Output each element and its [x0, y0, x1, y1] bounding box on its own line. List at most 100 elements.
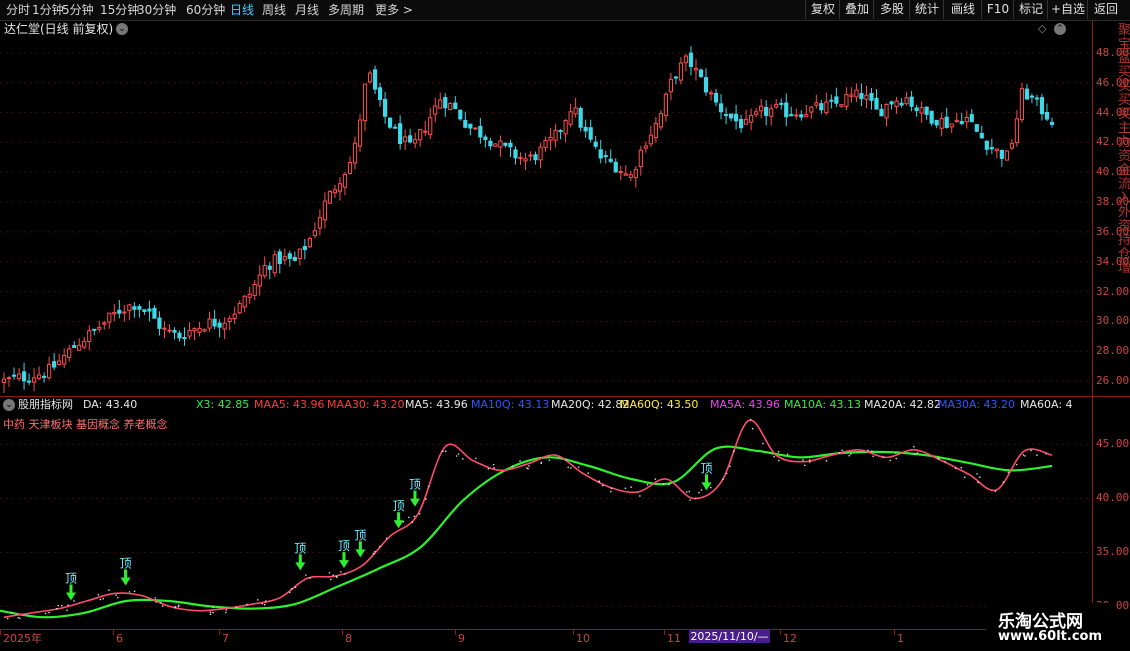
toolbar-item-4[interactable]: 30分钟: [137, 2, 176, 18]
indicator-value-10: MA20A: 42.82: [864, 398, 942, 411]
candle-body: [357, 119, 363, 147]
candle-body: [939, 118, 944, 129]
indicator-dot: [115, 594, 117, 596]
indicator-dot: [66, 609, 68, 611]
toolbar-item-2[interactable]: 5分钟: [62, 2, 94, 18]
candle-body: [367, 72, 373, 83]
signal-label: 顶: [393, 499, 405, 513]
indicator-dot: [729, 465, 731, 468]
candle-body: [548, 136, 553, 141]
candle-body: [598, 149, 603, 159]
indicator-dot: [577, 466, 580, 468]
indicator-dot: [336, 576, 338, 579]
indicator-dot: [662, 483, 665, 486]
candle-body: [468, 123, 473, 129]
candle-body: [984, 140, 989, 150]
toolbar-item-1[interactable]: 1分钟: [32, 2, 64, 18]
toolbar-right-item-3[interactable]: 统计: [909, 0, 944, 19]
indicator-dot: [246, 603, 248, 606]
stock-title-bar: 达仁堂(日线 前复权) ⌄ ◇ ⌃: [0, 20, 1092, 38]
candle-body: [107, 312, 112, 323]
toolbar-right-item-2[interactable]: 多股: [873, 0, 910, 19]
candle-body: [287, 253, 292, 259]
indicator-value-2: MAA5: 43.96: [254, 398, 325, 411]
toolbar-item-0[interactable]: 分时: [6, 2, 30, 18]
indicator-dot: [493, 467, 495, 469]
indicator-dot: [1007, 471, 1010, 474]
signal-arrow-icon: [393, 512, 404, 529]
indicator-dot: [994, 490, 997, 493]
candle-body: [884, 103, 889, 119]
indicator-value-4: MA5: 43.96: [405, 398, 468, 411]
toolbar-item-3[interactable]: 15分钟: [100, 2, 139, 18]
indicator-value-9: MA10A: 43.13: [784, 398, 862, 411]
candle-body: [608, 158, 613, 162]
diamond-icon[interactable]: ◇: [1038, 22, 1046, 35]
indicator-name: 股朋指标网: [18, 398, 73, 411]
candle-body: [453, 102, 458, 109]
candle-body: [723, 114, 729, 117]
collapse-icon[interactable]: ⌃: [1054, 23, 1066, 35]
indicator-dot: [944, 460, 947, 463]
indicator-dot: [694, 497, 697, 500]
candle-body: [26, 380, 32, 383]
indicator-dot: [610, 490, 612, 493]
indicator-dot: [1024, 455, 1026, 457]
toolbar-right-item-4[interactable]: 画线: [943, 0, 982, 19]
candle-body: [177, 332, 182, 339]
candle-body: [578, 107, 583, 128]
indicator-dot: [689, 499, 691, 501]
date-label-5: 10: [576, 632, 590, 645]
candle-body: [172, 330, 177, 333]
toolbar-right-item-0[interactable]: 复权: [805, 0, 840, 19]
candle-body: [1049, 121, 1055, 125]
toolbar-right-item-8[interactable]: 返回: [1087, 0, 1124, 19]
candle-body: [929, 110, 934, 124]
candle-body: [247, 293, 252, 298]
candle-body: [688, 52, 694, 67]
indicator-dot: [624, 487, 627, 490]
candle-body: [1044, 111, 1050, 120]
indicator-dot: [526, 467, 528, 469]
toolbar-item-7[interactable]: 周线: [262, 2, 286, 18]
signal-label: 顶: [409, 478, 421, 492]
signal-label: 顶: [338, 539, 350, 553]
indicator-dot: [61, 604, 63, 607]
indicator-chart[interactable]: 顶顶顶 顶顶顶顶顶: [0, 412, 1092, 628]
toolbar-item-10[interactable]: 更多 >: [375, 2, 413, 18]
toolbar-right-item-5[interactable]: F10: [981, 0, 1014, 19]
toolbar-right-item-1[interactable]: 叠加: [839, 0, 874, 19]
indicator-dot: [294, 586, 297, 589]
candle-body: [513, 149, 518, 159]
indicator-dot: [1002, 481, 1005, 483]
indicator-dot: [67, 604, 69, 606]
candle-body: [633, 168, 638, 178]
candle-body: [733, 113, 739, 122]
toolbar-item-8[interactable]: 月线: [295, 2, 319, 18]
indicator-dot: [225, 611, 227, 614]
signal-arrow-icon: [355, 541, 366, 558]
candle-body: [1, 378, 7, 384]
candlestick-chart[interactable]: [0, 38, 1092, 396]
toolbar-item-5[interactable]: 60分钟: [186, 2, 225, 18]
indicator-dropdown-icon[interactable]: ⌄: [3, 399, 15, 411]
toolbar-right-item-7[interactable]: +自选: [1047, 0, 1088, 19]
date-tick-mark: [113, 630, 114, 635]
candle-body: [954, 119, 959, 122]
candle-body: [232, 313, 237, 320]
candle-body: [382, 98, 388, 117]
title-dropdown-icon[interactable]: ⌄: [116, 23, 128, 35]
indicator-dot: [411, 521, 414, 524]
date-label-0: 2025年: [3, 632, 42, 645]
indicator-dot: [212, 611, 214, 614]
indicator-dot: [161, 605, 164, 607]
candle-body: [944, 116, 949, 129]
toolbar-right-item-6[interactable]: 标记: [1013, 0, 1048, 19]
indicator-value-6: MA20Q: 42.82: [551, 398, 630, 411]
candle-body: [744, 118, 749, 125]
candle-body: [87, 330, 92, 342]
candle-body: [112, 312, 117, 315]
toolbar-item-6[interactable]: 日线: [230, 2, 254, 18]
toolbar-item-9[interactable]: 多周期: [328, 2, 364, 18]
candle-body: [964, 116, 969, 123]
